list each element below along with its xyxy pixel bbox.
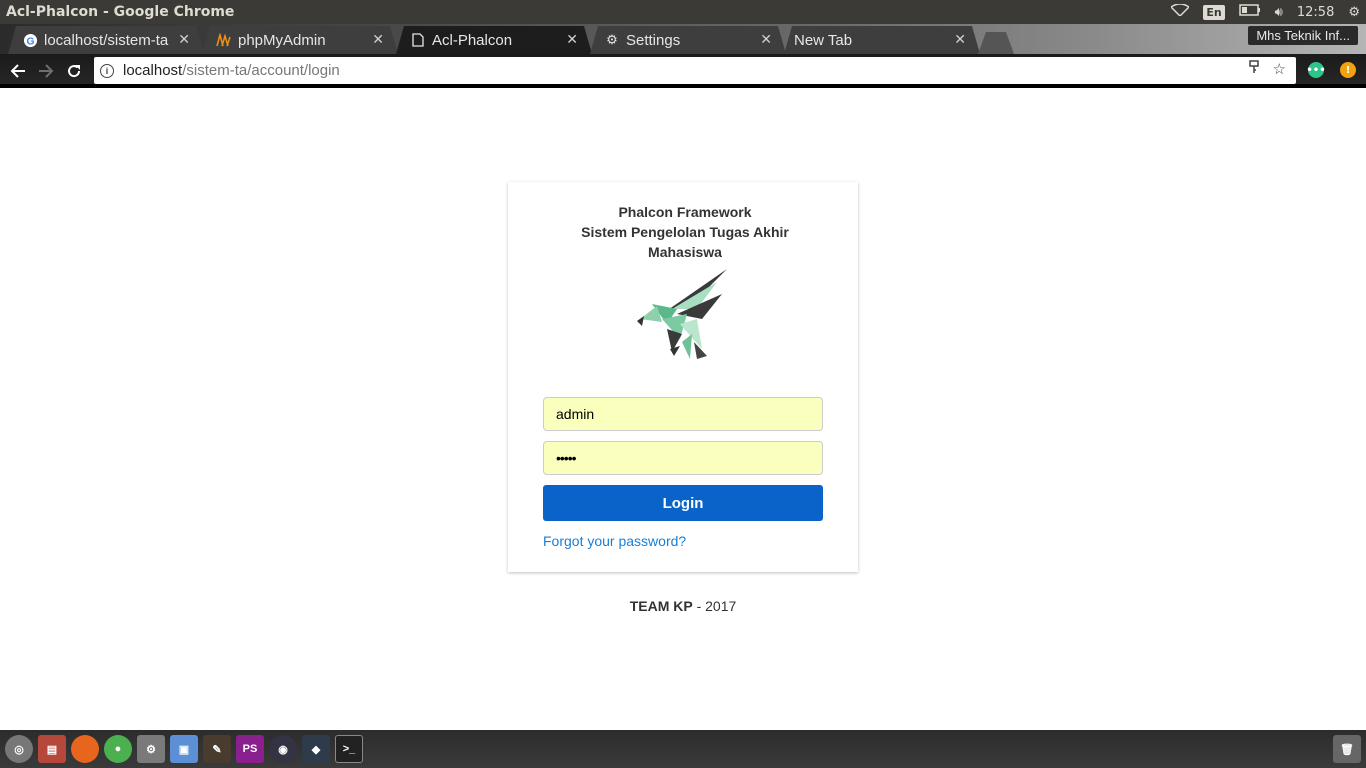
clock[interactable]: 12:58 [1297, 5, 1334, 20]
footer-team: TEAM KP [629, 598, 693, 614]
volume-icon[interactable]: 🔊︎ [1275, 5, 1283, 20]
close-icon[interactable]: ✕ [178, 31, 190, 48]
text-editor-icon[interactable]: ✎ [203, 735, 231, 763]
password-input[interactable]: ••••• [543, 441, 823, 475]
window-title-bar: Acl-Phalcon - Google Chrome En 🔊︎ 12:58 … [0, 0, 1366, 24]
tab-localhost[interactable]: G localhost/sistem-ta ✕ [8, 26, 204, 54]
window-title: Acl-Phalcon - Google Chrome [6, 4, 235, 20]
title-line: Mahasiswa [648, 244, 722, 260]
login-title: Phalcon Framework Sistem Pengelolan Tuga… [508, 202, 858, 262]
url-path: /sistem-ta/account/login [182, 62, 340, 79]
dash-icon[interactable]: ◎ [5, 735, 33, 763]
keyboard-layout-indicator[interactable]: En [1203, 4, 1225, 20]
virtualbox-icon[interactable]: ▣ [170, 735, 198, 763]
close-icon[interactable]: ✕ [954, 31, 966, 48]
tab-phpmyadmin[interactable]: phpMyAdmin ✕ [202, 26, 398, 54]
tab-acl-phalcon[interactable]: Acl-Phalcon ✕ [396, 26, 592, 54]
trash-icon[interactable]: 🗑︎ [1333, 735, 1361, 763]
wifi-icon[interactable] [1170, 3, 1191, 20]
browser-toolbar: i localhost/sistem-ta/account/login ☆ ••… [0, 54, 1366, 88]
svg-text:G: G [26, 36, 34, 47]
tab-label: Acl-Phalcon [432, 31, 513, 49]
files-icon[interactable]: ▤ [38, 735, 66, 763]
star-icon[interactable]: ☆ [1273, 60, 1286, 78]
key-icon[interactable] [1248, 60, 1259, 78]
tab-label: localhost/sistem-ta [44, 31, 169, 49]
username-input[interactable]: admin [543, 397, 823, 431]
extension-icon[interactable]: ••• [1306, 62, 1326, 78]
close-icon[interactable]: ✕ [760, 31, 772, 48]
close-icon[interactable]: ✕ [372, 31, 384, 48]
page-content: Phalcon Framework Sistem Pengelolan Tuga… [0, 92, 1366, 730]
settings-cog-icon[interactable]: ⚙ [1348, 5, 1360, 20]
title-line: Sistem Pengelolan Tugas Akhir [581, 224, 789, 240]
phalcon-falcon-logo [632, 264, 732, 364]
battery-icon[interactable] [1238, 4, 1261, 20]
tab-new-tab[interactable]: New Tab ✕ [784, 26, 980, 54]
footer-year: - 2017 [692, 598, 737, 614]
tab-settings[interactable]: ⚙ Settings ✕ [590, 26, 786, 54]
desktop-taskbar: ◎ ▤ ● ⚙ ▣ ✎ PS ◉ ◆ >_ 🗑︎ [0, 730, 1366, 768]
login-button[interactable]: Login [543, 485, 823, 521]
forward-button[interactable] [34, 59, 58, 83]
tab-strip: G localhost/sistem-ta ✕ phpMyAdmin ✕ Acl… [0, 24, 1366, 54]
profile-button[interactable]: Mhs Teknik Inf... [1248, 26, 1358, 45]
system-indicators: En 🔊︎ 12:58 ⚙ [1170, 0, 1360, 24]
info-icon[interactable]: i [100, 63, 114, 78]
warning-extension-icon[interactable]: ! [1340, 62, 1356, 78]
page-icon [410, 32, 426, 48]
url-host: localhost [123, 62, 183, 79]
firefox-icon[interactable] [71, 735, 99, 763]
tab-label: phpMyAdmin [238, 31, 326, 49]
gear-icon: ⚙ [606, 32, 618, 47]
page-footer: TEAM KP - 2017 [0, 598, 1366, 614]
color-app-icon[interactable]: ◉ [269, 735, 297, 763]
terminal-icon[interactable]: >_ [335, 735, 363, 763]
login-card: Phalcon Framework Sistem Pengelolan Tuga… [508, 182, 858, 572]
new-tab-button[interactable] [978, 32, 1014, 54]
forgot-password-link[interactable]: Forgot your password? [543, 533, 686, 549]
title-line: Phalcon Framework [618, 204, 752, 220]
google-icon: G [22, 32, 38, 48]
back-button[interactable] [6, 59, 30, 83]
close-icon[interactable]: ✕ [566, 31, 578, 48]
phpmyadmin-icon [216, 32, 232, 48]
address-bar[interactable]: i localhost/sistem-ta/account/login ☆ [94, 57, 1296, 84]
system-settings-icon[interactable]: ⚙ [137, 735, 165, 763]
phpstorm-icon[interactable]: PS [236, 735, 264, 763]
inkscape-icon[interactable]: ◆ [302, 735, 330, 763]
tab-label: Settings [626, 31, 681, 49]
reload-button[interactable] [62, 59, 86, 83]
chrome-icon[interactable]: ● [104, 735, 132, 763]
tab-label: New Tab [794, 31, 853, 49]
